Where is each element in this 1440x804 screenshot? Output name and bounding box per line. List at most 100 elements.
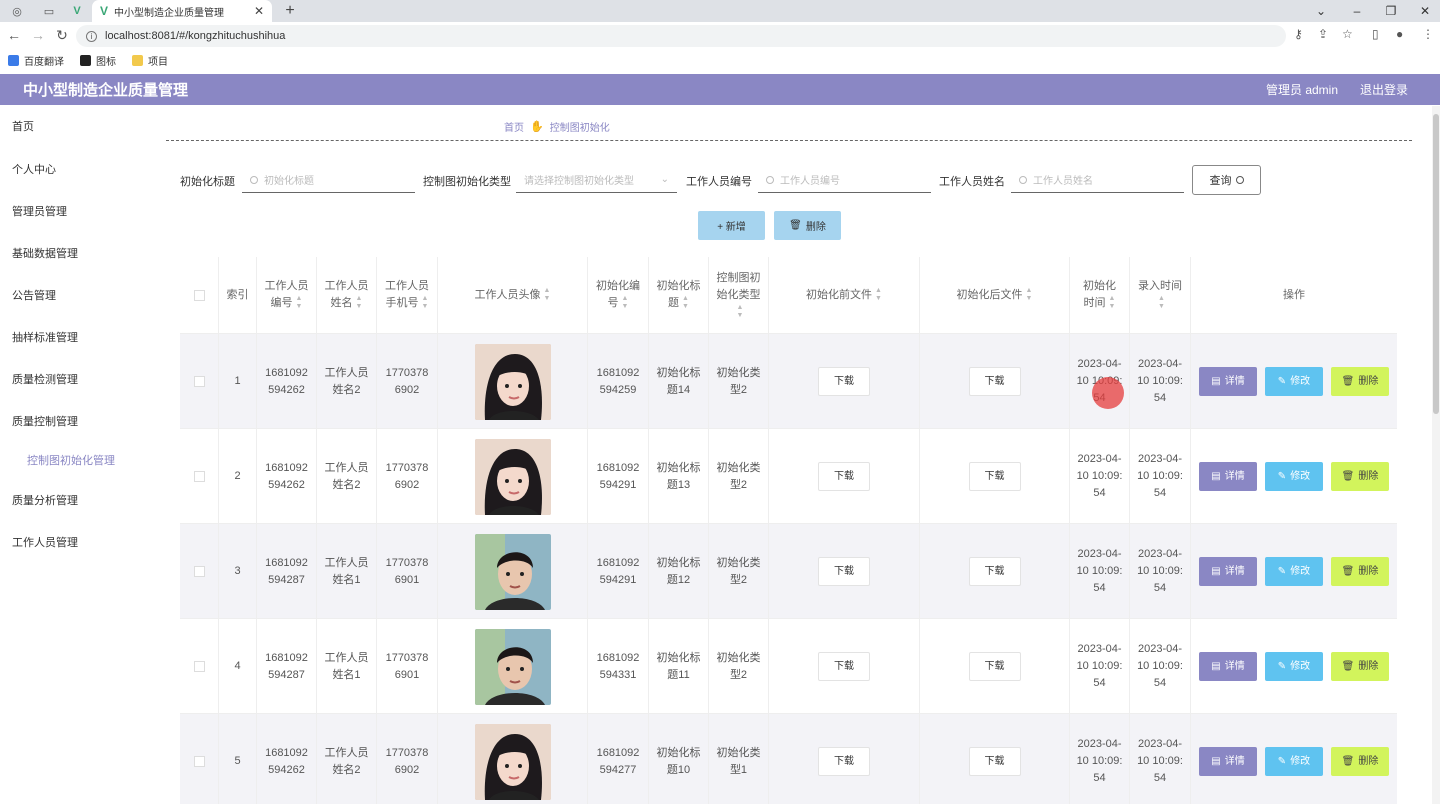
sidebar-item-home[interactable]: 首页 (12, 118, 34, 134)
col-phone[interactable]: 工作人员手机号 ▲ ▼ (377, 257, 438, 333)
download-before-button[interactable]: 下载 (818, 747, 870, 776)
download-before-button[interactable]: 下载 (818, 557, 870, 586)
sort-icon[interactable]: ▲ ▼ (1158, 295, 1165, 311)
back-arrow-icon[interactable]: ← (2, 27, 26, 43)
edit-button[interactable]: ✎ 修改 (1265, 747, 1323, 776)
col-init-time[interactable]: 初始化时间 ▲ ▼ (1070, 257, 1130, 333)
sort-icon[interactable]: ▲ ▼ (544, 287, 551, 303)
sidebar-item-sampling[interactable]: 抽样标准管理 (12, 329, 78, 345)
breadcrumb-home[interactable]: 首页 (504, 119, 524, 134)
download-before-button[interactable]: 下载 (818, 462, 870, 491)
edit-button[interactable]: ✎ 修改 (1265, 462, 1323, 491)
row-checkbox[interactable] (193, 661, 205, 672)
star-icon[interactable]: ☆ (1342, 27, 1353, 41)
sidebar-item-basic-data[interactable]: 基础数据管理 (12, 245, 78, 261)
detail-button[interactable]: ▤ 详情 (1199, 462, 1257, 491)
scrollbar-thumb[interactable] (1433, 114, 1439, 414)
sidebar-item-analysis[interactable]: 质量分析管理 (12, 492, 78, 508)
sidebar-item-notice[interactable]: 公告管理 (12, 287, 56, 303)
col-before-file[interactable]: 初始化前文件 ▲ ▼ (769, 257, 920, 333)
col-worker-name[interactable]: 工作人员姓名 ▲ ▼ (317, 257, 377, 333)
forward-arrow-icon[interactable]: → (26, 27, 50, 43)
sort-icon[interactable]: ▲ ▼ (875, 287, 882, 303)
sort-icon[interactable]: ▲ ▼ (622, 295, 629, 311)
profile-icon[interactable]: ● (1396, 27, 1403, 41)
close-tab-icon[interactable]: ✕ (254, 4, 264, 18)
detail-button[interactable]: ▤ 详情 (1199, 747, 1257, 776)
sort-icon[interactable]: ▲ ▼ (422, 295, 429, 311)
menu-dots-icon[interactable]: ⋮ (1422, 27, 1434, 41)
delete-row-button[interactable]: 🗑 删除 (1331, 652, 1389, 681)
sidebar-item-admin[interactable]: 管理员管理 (12, 203, 67, 219)
delete-row-button[interactable]: 🗑 删除 (1331, 367, 1389, 396)
site-info-icon[interactable]: i (86, 30, 97, 42)
pinned-tab-icon[interactable]: ▭ (34, 2, 64, 20)
delete-row-button[interactable]: 🗑 删除 (1331, 462, 1389, 491)
download-before-button[interactable]: 下载 (818, 652, 870, 681)
row-checkbox[interactable] (193, 471, 205, 482)
download-after-button[interactable]: 下载 (968, 747, 1021, 776)
sort-icon[interactable]: ▲ ▼ (1109, 295, 1116, 311)
col-worker-no[interactable]: 工作人员编号 ▲ ▼ (257, 257, 317, 333)
title-filter-input[interactable]: 初始化标题 (242, 167, 415, 193)
col-init-title[interactable]: 初始化标题 ▲ ▼ (649, 257, 709, 333)
add-button[interactable]: + 新增 (698, 211, 765, 240)
detail-button[interactable]: ▤ 详情 (1199, 652, 1257, 681)
download-after-button[interactable]: 下载 (968, 367, 1021, 396)
url-field[interactable]: i localhost:8081/#/kongzhitu​chushihua (76, 25, 1286, 47)
download-after-button[interactable]: 下载 (968, 462, 1021, 491)
sidebar-item-profile[interactable]: 个人中心 (12, 161, 56, 177)
detail-button[interactable]: ▤ 详情 (1199, 557, 1257, 586)
vue-tab-icon[interactable]: V (62, 2, 92, 20)
bookmark-projects[interactable]: 项目 (132, 53, 168, 68)
page-scrollbar[interactable] (1432, 106, 1440, 804)
worker-no-filter-input[interactable]: 工作人员编号 (758, 167, 931, 193)
edit-button[interactable]: ✎ 修改 (1265, 367, 1323, 396)
col-init-type[interactable]: 控制图初始化类型 ▲ ▼ (709, 257, 769, 333)
tab-search-chevron-icon[interactable]: ⌄ (1304, 0, 1338, 22)
row-checkbox[interactable] (193, 376, 205, 387)
bookmark-icons[interactable]: 图标 (80, 53, 116, 68)
select-all-checkbox[interactable] (193, 289, 205, 301)
edit-button[interactable]: ✎ 修改 (1265, 557, 1323, 586)
share-icon[interactable]: ⇪ (1318, 27, 1328, 41)
detail-button[interactable]: ▤ 详情 (1199, 367, 1257, 396)
row-checkbox[interactable] (193, 756, 205, 767)
download-after-button[interactable]: 下载 (968, 557, 1021, 586)
delete-row-button[interactable]: 🗑 删除 (1331, 557, 1389, 586)
col-init-no[interactable]: 初始化编号 ▲ ▼ (588, 257, 649, 333)
row-checkbox[interactable] (193, 566, 205, 577)
bulk-delete-button[interactable]: 🗑 删除 (774, 211, 841, 240)
col-avatar[interactable]: 工作人员头像 ▲ ▼ (438, 257, 588, 333)
logout-link[interactable]: 退出登录 (1360, 81, 1408, 98)
key-icon[interactable]: ⚷ (1294, 27, 1303, 41)
download-after-button[interactable]: 下载 (968, 652, 1021, 681)
sort-icon[interactable]: ▲ ▼ (1026, 287, 1033, 303)
close-window-button[interactable]: ✕ (1408, 0, 1440, 22)
download-before-button[interactable]: 下载 (818, 367, 870, 396)
sort-icon[interactable]: ▲ ▼ (356, 295, 363, 311)
active-tab[interactable]: V 中小型制造企业质量管理 ✕ (92, 0, 272, 22)
sort-icon[interactable]: ▲ ▼ (682, 295, 689, 311)
new-tab-button[interactable]: + (280, 0, 300, 22)
edit-button[interactable]: ✎ 修改 (1265, 652, 1323, 681)
restore-button[interactable]: ❐ (1374, 0, 1408, 22)
sidebar-item-inspection[interactable]: 质量检测管理 (12, 371, 78, 387)
worker-name-filter-input[interactable]: 工作人员姓名 (1011, 167, 1184, 193)
sidepanel-icon[interactable]: ▯ (1372, 27, 1379, 41)
sidebar-item-quality-control[interactable]: 质量控制管理 (12, 413, 78, 429)
sidebar-item-workers[interactable]: 工作人员管理 (12, 534, 78, 550)
sidebar-subitem-chart-init[interactable]: 控制图初始化管理 (27, 452, 115, 468)
delete-row-button[interactable]: 🗑 删除 (1331, 747, 1389, 776)
col-entry-time[interactable]: 录入时间 ▲ ▼ (1130, 257, 1191, 333)
col-after-file[interactable]: 初始化后文件 ▲ ▼ (920, 257, 1070, 333)
sort-icon[interactable]: ▲ ▼ (737, 304, 744, 320)
table-cell: 17703786901 (377, 619, 438, 714)
bookmark-baidu-translate[interactable]: 百度翻译 (8, 53, 64, 68)
globe-icon[interactable]: ◎ (2, 2, 32, 20)
sort-icon[interactable]: ▲ ▼ (296, 295, 303, 311)
query-button[interactable]: 查询 (1192, 165, 1261, 195)
type-filter-select[interactable]: 请选择控制图初始化类型 ⌄ (516, 167, 677, 193)
minimize-button[interactable]: – (1340, 0, 1374, 22)
reload-icon[interactable]: ↻ (50, 27, 74, 44)
